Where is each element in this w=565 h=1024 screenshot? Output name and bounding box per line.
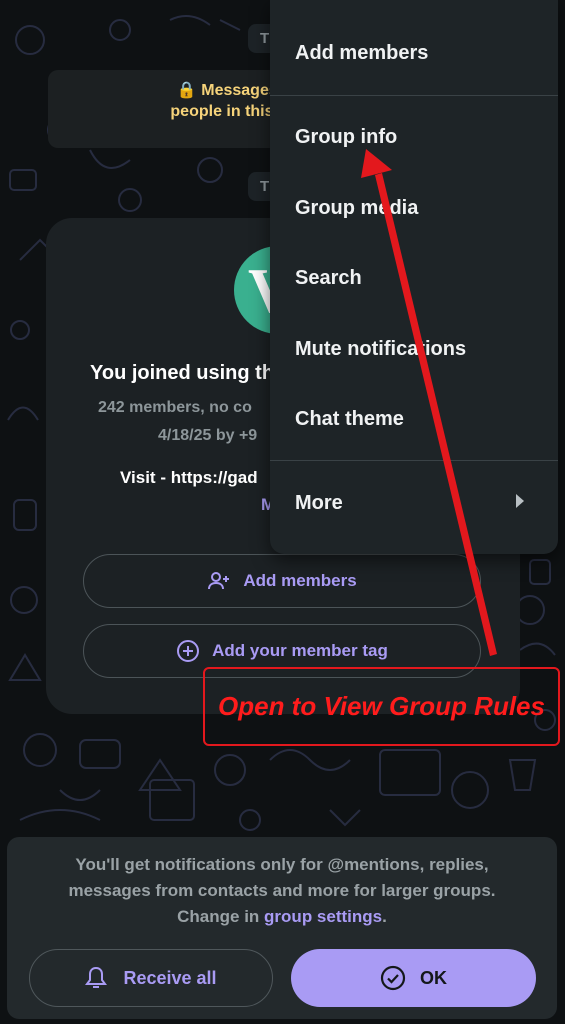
notice-line-1: You'll get notifications only for @menti… [75,855,489,874]
add-circle-icon [177,640,200,662]
menu-item-group-info[interactable]: Group info [295,126,397,149]
notice-text: You'll get notifications only for @menti… [7,852,557,930]
overflow-menu: Add members Group info Group media Searc… [270,0,558,554]
add-member-tag-label: Add your member tag [212,641,388,660]
group-description: Visit - https://gad [120,468,258,487]
check-circle-icon [380,965,406,991]
bell-icon [85,966,108,988]
created-date-text: 4/18/25 by +9 [158,427,258,444]
menu-divider [270,95,558,96]
add-members-label: Add members [243,571,357,590]
menu-item-chat-theme[interactable]: Chat theme [295,408,404,431]
menu-item-mute-notifications[interactable]: Mute notifications [295,338,466,361]
menu-item-add-members[interactable]: Add members [295,42,428,65]
notice-line-3-suffix: . [382,907,387,926]
menu-item-search[interactable]: Search [295,267,362,290]
chevron-right-icon [516,494,524,508]
joined-text: You joined using th [90,362,275,384]
add-person-icon [208,572,230,590]
receive-all-label: Receive all [123,967,217,988]
ok-label: OK [420,967,447,988]
menu-divider [270,460,558,461]
menu-item-more[interactable]: More [295,492,343,515]
receive-all-button[interactable]: Receive all [29,949,273,1007]
menu-item-group-media[interactable]: Group media [295,197,418,220]
annotation-box: Open to View Group Rules [203,667,560,746]
notice-line-3-prefix: Change in [177,907,265,926]
group-settings-link[interactable]: group settings [264,907,382,926]
add-members-button[interactable]: Add members [83,554,481,608]
members-count-text: 242 members, no co [98,399,252,416]
notice-line-2: messages from contacts and more for larg… [68,881,496,900]
annotation-text: Open to View Group Rules [218,691,545,721]
ok-button[interactable]: OK [291,949,536,1007]
